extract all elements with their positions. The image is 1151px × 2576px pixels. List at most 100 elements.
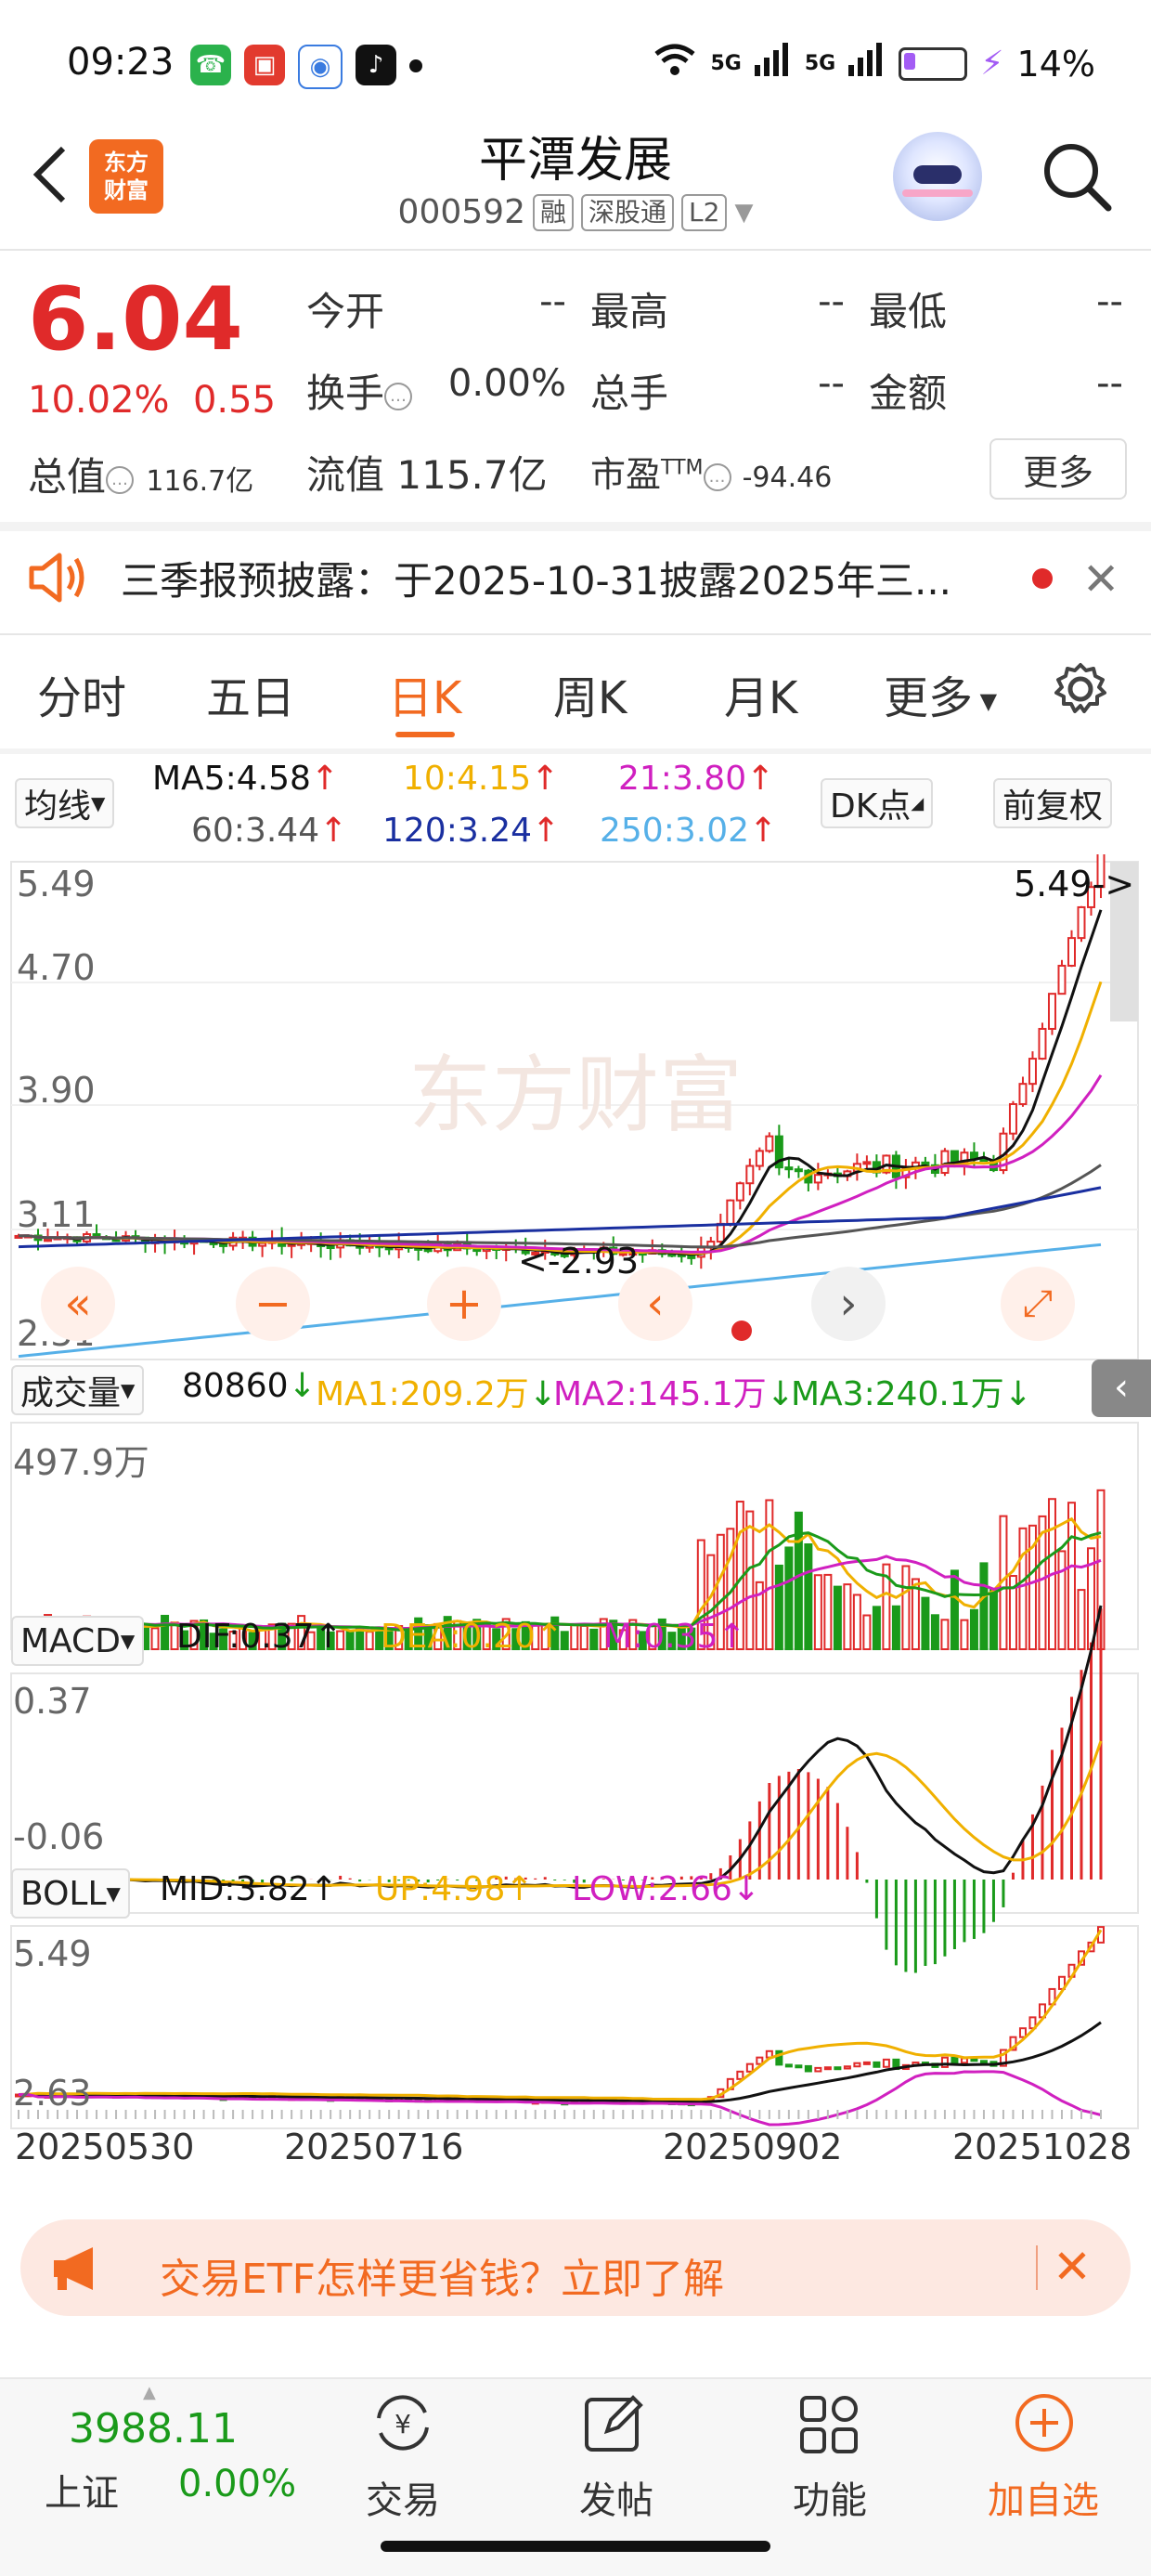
home-indicator[interactable] bbox=[381, 2541, 770, 2552]
notice-text[interactable]: 三季报预披露：于2025-10-31披露2025年三... bbox=[121, 550, 951, 606]
legend-ma10: 10:4.15↑ bbox=[403, 760, 560, 798]
candle-body bbox=[726, 1199, 735, 1225]
caret-up-icon[interactable]: ▲ bbox=[143, 2383, 156, 2402]
volume-bar bbox=[161, 1614, 170, 1650]
tab-intraday[interactable]: 分时 bbox=[37, 661, 126, 726]
candle-body bbox=[1008, 1102, 1017, 1135]
macd-axis-bottom: -0.06 bbox=[13, 1816, 105, 1857]
scroll-start-button[interactable]: « bbox=[41, 1267, 115, 1341]
adjust-select[interactable]: 前复权 bbox=[993, 778, 1113, 828]
indicator-select-volume[interactable]: 成交量 ▼ bbox=[11, 1365, 145, 1415]
more-notifications-dot bbox=[409, 59, 422, 72]
network-type-2: 5G bbox=[804, 52, 836, 75]
tab-five-day[interactable]: 五日 bbox=[206, 661, 295, 726]
macd-m: M:0.35↑ bbox=[603, 1618, 746, 1656]
volume-bar bbox=[1018, 1527, 1028, 1651]
volume-ma2: MA2:145.1万↓ bbox=[553, 1375, 795, 1413]
candle-body bbox=[794, 1168, 803, 1173]
boll-candle bbox=[843, 2065, 851, 2070]
scroll-right-button[interactable]: › bbox=[811, 1267, 886, 1341]
volume-bar bbox=[901, 1565, 911, 1651]
boll-candle bbox=[882, 2058, 890, 2068]
boll-mid-line bbox=[18, 2021, 1102, 2103]
volume-bar bbox=[989, 1587, 998, 1650]
boll-candle bbox=[862, 2061, 871, 2065]
boll-candle bbox=[736, 2070, 744, 2080]
info-icon[interactable]: … bbox=[106, 465, 135, 494]
connect-tag: 深股通 bbox=[581, 193, 675, 231]
promo-text[interactable]: 交易ETF怎样更省钱？立即了解 bbox=[160, 2245, 724, 2305]
nav-functions[interactable]: 功能 bbox=[756, 2470, 904, 2524]
volume-bar bbox=[589, 1628, 599, 1651]
volume-bar bbox=[862, 1614, 872, 1650]
tab-more[interactable]: 更多 ▼ bbox=[884, 661, 997, 726]
volume-ma1: MA1:209.2万↓ bbox=[316, 1375, 557, 1413]
volume-bar bbox=[365, 1631, 374, 1650]
last-price: 6.04 bbox=[28, 269, 243, 371]
megaphone-icon bbox=[50, 2245, 106, 2296]
tab-monthly-k[interactable]: 月K bbox=[724, 661, 797, 726]
volume-bar bbox=[833, 1585, 842, 1650]
candle-body bbox=[745, 1164, 755, 1185]
double-chevron-left-icon: « bbox=[64, 1278, 92, 1330]
volume-bar bbox=[579, 1624, 588, 1650]
chart-position-dot bbox=[731, 1321, 752, 1341]
scroll-left-button[interactable]: ‹ bbox=[618, 1267, 692, 1341]
search-button[interactable] bbox=[1038, 137, 1116, 215]
candle-body bbox=[44, 1238, 53, 1242]
chevron-left-icon: ‹ bbox=[646, 1278, 665, 1330]
high-value: -- bbox=[818, 280, 845, 323]
collapse-panel-button[interactable]: ‹ bbox=[1092, 1360, 1151, 1417]
redpacket-app-icon: ▣ bbox=[244, 45, 285, 85]
tabs-divider bbox=[0, 748, 1151, 754]
notification-icons: ☎ ▣ ◉ ♪ bbox=[190, 45, 422, 89]
volume-bar bbox=[930, 1614, 939, 1651]
legend-ma5: MA5:4.58↑ bbox=[152, 760, 340, 798]
nav-add-watchlist[interactable]: 加自选 bbox=[969, 2470, 1118, 2524]
boll-up: UP:4.98↑ bbox=[375, 1870, 534, 1908]
signal-icon bbox=[754, 43, 792, 85]
volume-value: -- bbox=[818, 362, 845, 405]
unread-dot bbox=[1032, 568, 1053, 589]
nav-post[interactable]: 发帖 bbox=[542, 2470, 691, 2524]
dk-point-select[interactable]: DK点 ◢ bbox=[821, 778, 934, 828]
chevron-right-icon: › bbox=[839, 1278, 858, 1330]
tab-weekly-k[interactable]: 周K bbox=[553, 661, 627, 726]
indicator-select-ma[interactable]: 均线 ▼ bbox=[15, 778, 115, 828]
indicator-select-macd[interactable]: MACD ▼ bbox=[11, 1616, 145, 1666]
battery-icon bbox=[899, 46, 968, 81]
ma60-line bbox=[18, 1164, 1102, 1249]
candle-body bbox=[1077, 905, 1086, 940]
amount-value: -- bbox=[1096, 362, 1123, 405]
volume-bar bbox=[1077, 1589, 1086, 1651]
status-bar: 09:23 ☎ ▣ ◉ ♪ 5G 5G ⚡ 14% bbox=[0, 0, 1151, 130]
x-axis-label: 20250530 bbox=[15, 2127, 195, 2167]
caret-down-icon: ▼ bbox=[106, 1882, 121, 1905]
volume-bar bbox=[804, 1543, 813, 1651]
boll-candle bbox=[853, 2062, 861, 2068]
tab-daily-k[interactable]: 日K bbox=[388, 661, 461, 726]
indicator-select-boll[interactable]: BOLL ▼ bbox=[11, 1868, 130, 1919]
stock-code-row[interactable]: 000592 融 深股通 L2 ▼ bbox=[0, 193, 1151, 231]
nav-trade[interactable]: 交易 bbox=[329, 2470, 477, 2524]
fullscreen-button[interactable]: ⤢ bbox=[1001, 1267, 1075, 1341]
info-icon[interactable]: … bbox=[703, 462, 731, 491]
close-icon[interactable]: ✕ bbox=[1082, 553, 1119, 605]
close-icon[interactable]: ✕ bbox=[1053, 2240, 1092, 2294]
zoom-out-button[interactable]: − bbox=[236, 1267, 310, 1341]
candle-body bbox=[1067, 937, 1076, 967]
gear-icon bbox=[1054, 663, 1106, 713]
index-value[interactable]: 3988.11 bbox=[69, 2405, 238, 2452]
more-quote-button[interactable]: 更多 bbox=[989, 438, 1127, 500]
tiktok-app-icon: ♪ bbox=[356, 45, 396, 85]
plus-icon: + bbox=[445, 1278, 484, 1330]
candle-body bbox=[716, 1222, 725, 1243]
status-time: 09:23 bbox=[67, 41, 175, 84]
info-icon[interactable]: … bbox=[384, 382, 413, 410]
chart-settings-button[interactable] bbox=[1051, 659, 1110, 722]
zoom-in-button[interactable]: + bbox=[427, 1267, 501, 1341]
post-icon bbox=[581, 2390, 646, 2459]
kline-chart-area[interactable]: 东方财富 bbox=[0, 854, 1151, 2201]
float-cap: 流值 115.7亿 bbox=[306, 452, 548, 498]
assistant-robot-avatar[interactable] bbox=[893, 132, 982, 221]
